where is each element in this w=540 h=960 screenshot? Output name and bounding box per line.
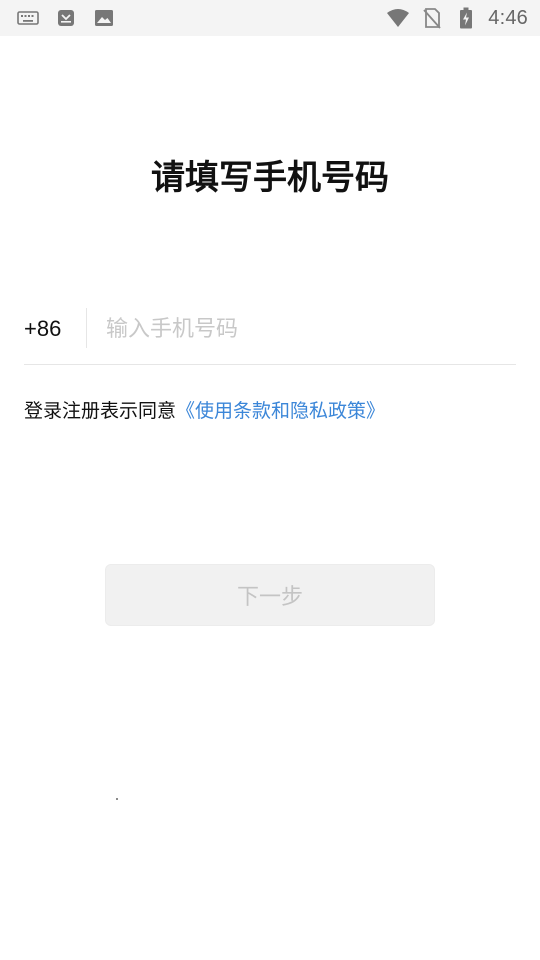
agreement-text: 登录注册表示同意《使用条款和隐私政策》 [24, 396, 385, 423]
agreement-prefix: 登录注册表示同意 [24, 400, 177, 422]
no-sim-icon [420, 6, 444, 30]
next-step-label: 下一步 [236, 585, 303, 610]
status-bar: 4:46 [0, 0, 540, 36]
phone-number-input[interactable] [106, 306, 506, 352]
country-code-divider [86, 308, 87, 348]
phone-input-row: +86 [24, 306, 516, 365]
battery-charging-icon [454, 6, 478, 30]
next-step-button[interactable]: 下一步 [105, 564, 435, 626]
notification-icons [16, 0, 116, 36]
system-icons: 4:46 [386, 0, 528, 36]
terms-privacy-link[interactable]: 《使用条款和隐私政策》 [176, 400, 385, 422]
app-notification-icon [54, 6, 78, 30]
page-title: 请填写手机号码 [151, 158, 389, 198]
stray-dot [116, 798, 118, 800]
status-time: 4:46 [488, 6, 528, 29]
wifi-icon [386, 6, 410, 30]
country-code[interactable]: +86 [24, 306, 61, 352]
image-icon [92, 6, 116, 30]
login-screen: 4:46 请填写手机号码 +86 登录注册表示同意《使用条款和隐私政策》 下一步 [0, 0, 540, 960]
keyboard-icon [16, 6, 40, 30]
